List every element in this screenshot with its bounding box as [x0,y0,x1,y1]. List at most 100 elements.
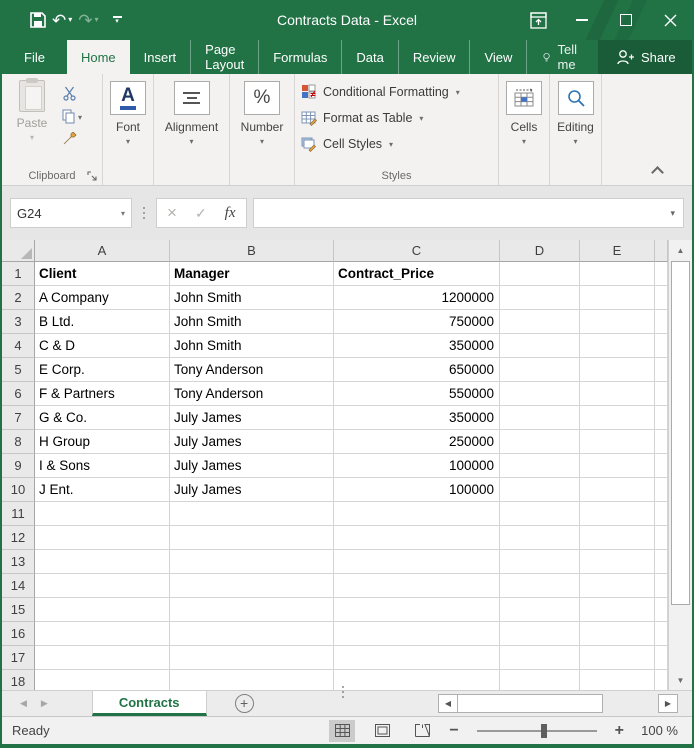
cut-button[interactable] [62,84,82,102]
zoom-slider[interactable] [477,724,597,738]
cell-A16[interactable] [35,622,170,646]
cell-C17[interactable] [334,646,500,670]
cell-styles-button[interactable]: Cell Styles ▾ [301,134,498,154]
share-button[interactable]: Share [598,40,694,74]
maximize-button[interactable] [604,0,648,40]
column-header-C[interactable]: C [334,240,500,262]
cell-B12[interactable] [170,526,334,550]
cell-D18[interactable] [500,670,580,690]
cell-C9[interactable]: 100000 [334,454,500,478]
cell-D12[interactable] [500,526,580,550]
tab-review[interactable]: Review [398,40,470,74]
cell-C16[interactable] [334,622,500,646]
cell-B6[interactable]: Tony Anderson [170,382,334,406]
cell-D15[interactable] [500,598,580,622]
horizontal-scrollbar-thumb[interactable] [458,694,603,713]
row-header-17[interactable]: 17 [2,646,35,670]
row-header-13[interactable]: 13 [2,550,35,574]
conditional-formatting-button[interactable]: Conditional Formatting ▾ [301,82,498,102]
format-painter-button[interactable] [62,130,82,148]
cell-E8[interactable] [580,430,655,454]
cell-B17[interactable] [170,646,334,670]
insert-function-button[interactable]: fx [225,205,236,222]
zoom-level[interactable]: 100 % [638,723,678,738]
cell-A8[interactable]: H Group [35,430,170,454]
cell-C13[interactable] [334,550,500,574]
cell-D4[interactable] [500,334,580,358]
cell-E6[interactable] [580,382,655,406]
cell-B14[interactable] [170,574,334,598]
tell-me-box[interactable]: Tell me [526,40,598,74]
cell-E11[interactable] [580,502,655,526]
cell-B8[interactable]: July James [170,430,334,454]
save-button[interactable] [30,12,46,28]
cell-A11[interactable] [35,502,170,526]
cell-E2[interactable] [580,286,655,310]
name-box[interactable]: G24 ▾ [10,198,132,228]
cell-E17[interactable] [580,646,655,670]
editing-group-button[interactable]: Editing ▾ [550,74,602,185]
cell-B10[interactable]: July James [170,478,334,502]
zoom-out-button[interactable]: − [449,722,458,740]
cell-A3[interactable]: B Ltd. [35,310,170,334]
cell-A1[interactable]: Client [35,262,170,286]
cell-E4[interactable] [580,334,655,358]
cell-C4[interactable]: 350000 [334,334,500,358]
cells-group-button[interactable]: Cells ▾ [499,74,550,185]
undo-button[interactable]: ↶ ▾ [52,12,72,29]
cell-B5[interactable]: Tony Anderson [170,358,334,382]
cell-C15[interactable] [334,598,500,622]
cell-D16[interactable] [500,622,580,646]
cell-E1[interactable] [580,262,655,286]
select-all-button[interactable] [2,240,35,262]
cell-B18[interactable] [170,670,334,690]
tabbar-resizer[interactable] [342,691,344,693]
cell-C5[interactable]: 650000 [334,358,500,382]
number-group-button[interactable]: % Number ▾ [230,74,295,185]
cell-E5[interactable] [580,358,655,382]
row-header-5[interactable]: 5 [2,358,35,382]
name-box-caret-icon[interactable]: ▾ [121,209,125,218]
cell-D3[interactable] [500,310,580,334]
cell-E16[interactable] [580,622,655,646]
cell-B11[interactable] [170,502,334,526]
cell-B7[interactable]: July James [170,406,334,430]
tab-formulas[interactable]: Formulas [258,40,341,74]
formula-bar-resizer[interactable] [143,212,145,214]
cell-A18[interactable] [35,670,170,690]
page-layout-view-button[interactable] [369,720,395,742]
tab-page-layout[interactable]: Page Layout [190,40,258,74]
cell-E10[interactable] [580,478,655,502]
row-header-14[interactable]: 14 [2,574,35,598]
column-header-A[interactable]: A [35,240,170,262]
vertical-scrollbar-track[interactable] [669,606,692,670]
cell-C11[interactable] [334,502,500,526]
cell-C3[interactable]: 750000 [334,310,500,334]
new-sheet-button[interactable]: + [235,694,254,713]
sheet-tab-contracts[interactable]: Contracts [92,691,207,716]
cell-C14[interactable] [334,574,500,598]
cell-E15[interactable] [580,598,655,622]
cell-C8[interactable]: 250000 [334,430,500,454]
row-header-18[interactable]: 18 [2,670,35,690]
tab-insert[interactable]: Insert [130,40,191,74]
cell-B13[interactable] [170,550,334,574]
cell-A15[interactable] [35,598,170,622]
cell-D14[interactable] [500,574,580,598]
next-sheet-button[interactable]: ▶ [41,698,48,709]
cell-A2[interactable]: A Company [35,286,170,310]
cell-C7[interactable]: 350000 [334,406,500,430]
vertical-scrollbar-thumb[interactable] [671,261,690,605]
cell-D7[interactable] [500,406,580,430]
normal-view-button[interactable] [329,720,355,742]
cell-E18[interactable] [580,670,655,690]
row-header-11[interactable]: 11 [2,502,35,526]
cell-A10[interactable]: J Ent. [35,478,170,502]
tab-view[interactable]: View [469,40,526,74]
close-button[interactable] [648,0,692,40]
scroll-left-button[interactable]: ◀ [438,694,458,713]
cell-E14[interactable] [580,574,655,598]
cell-C10[interactable]: 100000 [334,478,500,502]
zoom-in-button[interactable]: + [615,722,624,740]
cell-D17[interactable] [500,646,580,670]
